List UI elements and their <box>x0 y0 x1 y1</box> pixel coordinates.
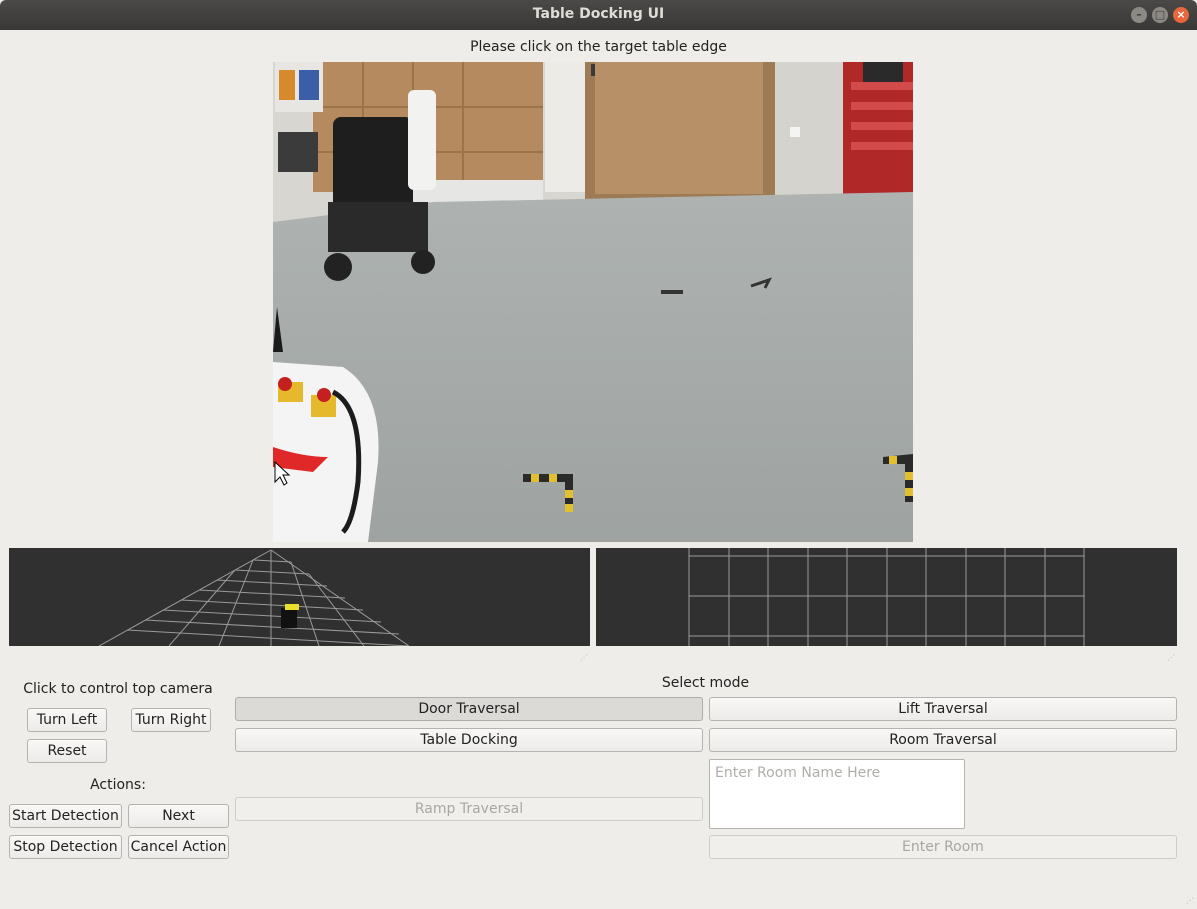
perspective-grid <box>98 549 410 646</box>
resize-grip[interactable]: ⋰ <box>580 654 588 664</box>
map-grid <box>688 548 1085 646</box>
camera-prompt: Please click on the target table edge <box>470 39 727 55</box>
turn-left-button[interactable]: Turn Left <box>27 708 107 732</box>
window-title: Table Docking UI <box>532 6 665 22</box>
enter-room-button[interactable]: Enter Room <box>709 835 1177 859</box>
ramp-traversal-button[interactable]: Ramp Traversal <box>235 797 703 821</box>
reset-button[interactable]: Reset <box>27 739 107 763</box>
camera-image[interactable] <box>273 62 913 542</box>
lift-traversal-button[interactable]: Lift Traversal <box>709 697 1177 721</box>
close-icon[interactable]: × <box>1173 7 1189 23</box>
table-docking-button[interactable]: Table Docking <box>235 728 703 752</box>
turn-right-button[interactable]: Turn Right <box>131 708 211 732</box>
stop-detection-button[interactable]: Stop Detection <box>9 835 122 859</box>
robot-3d-viewport[interactable] <box>9 548 590 646</box>
title-bar: Table Docking UI – □ × <box>0 0 1197 30</box>
next-button[interactable]: Next <box>128 804 229 828</box>
cancel-action-button[interactable]: Cancel Action <box>128 835 229 859</box>
map-viewport[interactable] <box>596 548 1177 646</box>
maximize-icon[interactable]: □ <box>1152 7 1168 23</box>
actions-heading: Actions: <box>90 777 146 793</box>
select-mode-heading: Select mode <box>661 675 750 691</box>
room-traversal-button[interactable]: Room Traversal <box>709 728 1177 752</box>
window-resize-grip[interactable]: ⋰ <box>1186 897 1194 907</box>
camera-view[interactable] <box>273 62 913 542</box>
room-name-input[interactable]: Enter Room Name Here <box>709 759 965 829</box>
resize-grip[interactable]: ⋰ <box>1167 654 1175 664</box>
minimize-icon[interactable]: – <box>1131 7 1147 23</box>
top-camera-heading: Click to control top camera <box>23 681 213 697</box>
door-traversal-button[interactable]: Door Traversal <box>235 697 703 721</box>
start-detection-button[interactable]: Start Detection <box>9 804 122 828</box>
